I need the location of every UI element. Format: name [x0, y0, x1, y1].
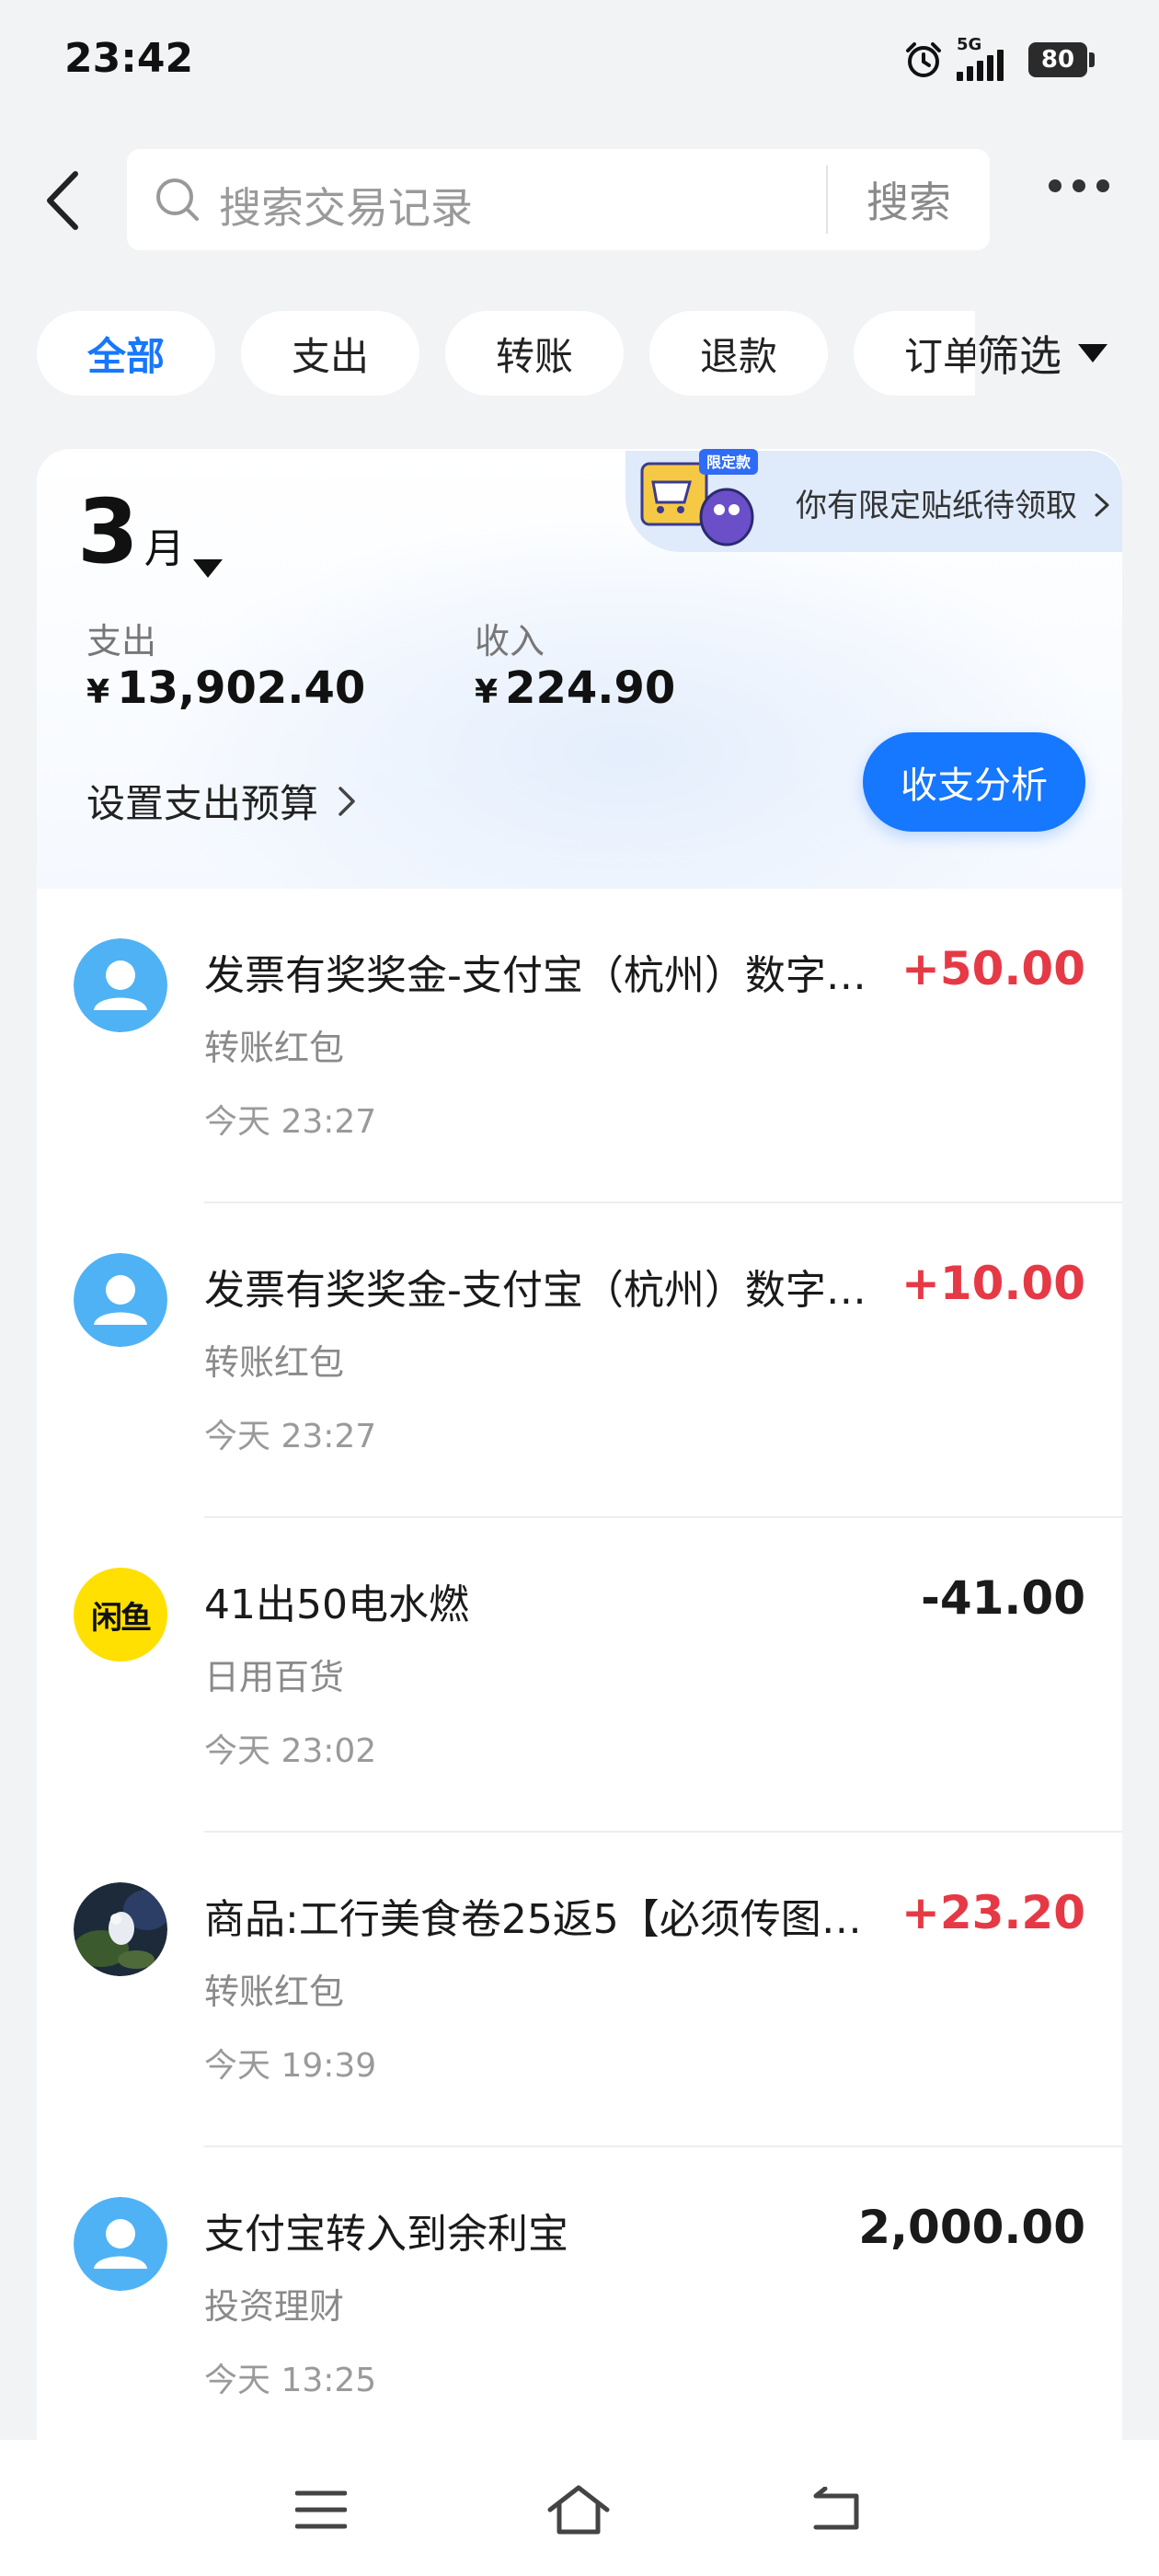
transaction-time: 今天 23:27: [204, 1103, 377, 1141]
transaction-category: 投资理财: [204, 2286, 345, 2327]
sticker-badge: 限定款: [706, 454, 752, 471]
search-bar[interactable]: 搜索交易记录 搜索: [127, 149, 990, 250]
transaction-row[interactable]: 商品:工行美食卷25返5【必须传图】/... +23.20 转账红包 今天 19…: [37, 1833, 1122, 2147]
filter-chip-all[interactable]: 全部: [37, 311, 215, 396]
transaction-category: 转账红包: [204, 1342, 345, 1383]
default-user-avatar: [74, 938, 167, 1032]
expense-total: ¥13,902.40: [86, 662, 366, 714]
set-budget-link[interactable]: 设置支出预算: [86, 773, 357, 829]
filter-chip-refund[interactable]: 退款: [649, 311, 828, 396]
back-icon[interactable]: [804, 2482, 868, 2537]
default-user-avatar: [74, 1253, 167, 1347]
sticker-banner[interactable]: 限定款 你有限定贴纸待领取: [625, 449, 1122, 552]
status-bar: 23:42 5G 80: [0, 0, 1159, 129]
chevron-right-icon: [339, 786, 355, 816]
filter-button[interactable]: 筛选: [977, 311, 1107, 396]
search-icon: [155, 177, 201, 226]
filter-label: 筛选: [977, 331, 1061, 381]
sticker-mascot-icon: 限定款: [635, 449, 763, 548]
caret-down-icon: [1078, 344, 1107, 362]
transaction-title: 发票有奖奖金-支付宝（杭州）数字服务技术有限公司: [204, 1267, 876, 1314]
battery-icon: 80: [1028, 42, 1095, 77]
search-input[interactable]: 搜索交易记录: [219, 175, 473, 236]
filter-chip-expense[interactable]: 支出: [241, 311, 419, 396]
month-selector[interactable]: 3 月: [77, 488, 185, 576]
xianyu-logo-avatar: 闲鱼: [74, 1568, 167, 1662]
transactions-card: 限定款 你有限定贴纸待领取 3 月 支出 ¥13,902.40 收入 ¥224.…: [37, 449, 1122, 2519]
set-budget-label: 设置支出预算: [86, 781, 319, 826]
menu-icon[interactable]: [289, 2482, 353, 2537]
transaction-title: 发票有奖奖金-支付宝（杭州）数字服务技术有限公司: [204, 952, 876, 999]
alarm-icon: [903, 40, 944, 80]
filter-chip-order-clip: 订单: [854, 311, 975, 396]
xianyu-logo-text: 闲鱼: [91, 1599, 152, 1637]
income-label: 收入: [475, 621, 545, 661]
transaction-amount: +23.20: [901, 1886, 1085, 1939]
transaction-list: 发票有奖奖金-支付宝（杭州）数字服务技术有限公司 +50.00 转账红包 今天 …: [37, 889, 1122, 2462]
battery-level: 80: [1028, 42, 1087, 77]
income-total: ¥224.90: [475, 662, 676, 714]
sticker-banner-text: 你有限定贴纸待领取: [796, 480, 1111, 525]
home-icon[interactable]: [546, 2482, 611, 2537]
status-time: 23:42: [64, 35, 194, 82]
transaction-title: 商品:工行美食卷25返5【必须传图】/...: [204, 1896, 876, 1943]
transaction-category: 转账红包: [204, 1028, 345, 1068]
transaction-row[interactable]: 发票有奖奖金-支付宝（杭州）数字服务技术有限公司 +10.00 转账红包 今天 …: [37, 1203, 1122, 1518]
photo-avatar: [74, 1882, 167, 1976]
status-icons: 5G 80: [903, 35, 1095, 83]
transaction-title: 支付宝转入到余利宝: [204, 2211, 568, 2258]
month-unit: 月: [143, 525, 185, 572]
filter-row: 全部 支出 转账 退款 订单 筛选: [0, 311, 1159, 399]
chevron-right-icon: [1095, 493, 1109, 517]
transaction-time: 今天 23:02: [204, 1732, 377, 1770]
filter-chip-transfer[interactable]: 转账: [445, 311, 624, 396]
search-button[interactable]: 搜索: [828, 149, 990, 250]
month-number: 3: [77, 480, 139, 583]
monthly-summary: 限定款 你有限定贴纸待领取 3 月 支出 ¥13,902.40 收入 ¥224.…: [37, 449, 1122, 889]
transaction-amount: 2,000.00: [858, 2201, 1085, 2254]
back-button[interactable]: [35, 164, 90, 237]
transaction-title: 41出50电水燃: [204, 1581, 469, 1628]
more-dots-icon[interactable]: [1049, 179, 1109, 192]
month-caret-down-icon[interactable]: [191, 558, 224, 583]
transaction-row[interactable]: 支付宝转入到余利宝 2,000.00 投资理财 今天 13:25: [37, 2147, 1122, 2462]
transaction-amount: -41.00: [921, 1571, 1085, 1625]
transaction-time: 今天 13:25: [204, 2362, 377, 2399]
expense-label: 支出: [86, 621, 157, 661]
transaction-amount: +50.00: [901, 942, 1085, 995]
transaction-amount: +10.00: [901, 1257, 1085, 1310]
system-nav-bar: [0, 2440, 1159, 2576]
filter-chip-order[interactable]: 订单: [854, 311, 975, 396]
income-expense-analysis-button[interactable]: 收支分析: [863, 732, 1085, 832]
transaction-row[interactable]: 闲鱼 41出50电水燃 -41.00 日用百货 今天 23:02: [37, 1518, 1122, 1833]
transaction-category: 转账红包: [204, 1972, 345, 2012]
transaction-row[interactable]: 发票有奖奖金-支付宝（杭州）数字服务技术有限公司 +50.00 转账红包 今天 …: [37, 889, 1122, 1203]
transaction-time: 今天 23:27: [204, 1418, 377, 1455]
transaction-time: 今天 19:39: [204, 2047, 377, 2085]
default-user-avatar: [74, 2197, 167, 2291]
signal-icon: 5G: [957, 35, 1016, 83]
back-arrow-icon: [47, 171, 78, 230]
transaction-category: 日用百货: [204, 1657, 345, 1697]
